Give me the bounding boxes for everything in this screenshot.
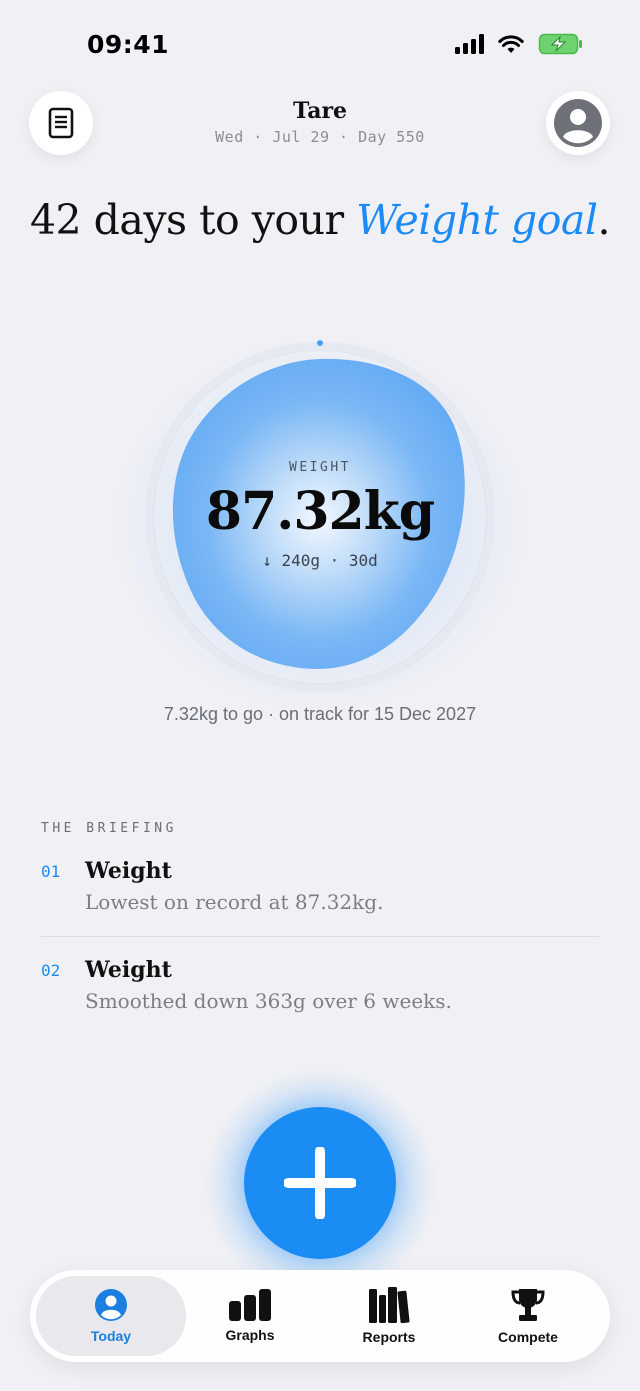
briefing-text: Smoothed down 363g over 6 weeks. <box>85 989 452 1013</box>
tab-bar: Today Graphs Reports Compete <box>30 1270 610 1362</box>
cellular-signal-icon <box>455 34 484 54</box>
briefing-number: 02 <box>41 961 61 980</box>
tab-today[interactable]: Today <box>36 1276 186 1356</box>
battery-charging-icon <box>538 33 582 55</box>
person-icon <box>95 1289 127 1321</box>
briefing-number: 01 <box>41 862 61 881</box>
briefing-text: Lowest on record at 87.32kg. <box>85 890 384 914</box>
goal-progress-text: 7.32kg to go · on track for 15 Dec 2027 <box>163 704 477 724</box>
tab-label: Graphs <box>225 1327 275 1343</box>
tab-label: Today <box>90 1328 132 1344</box>
tab-compete[interactable]: Compete <box>453 1276 603 1356</box>
bar-chart-icon <box>229 1289 271 1321</box>
app-title: Tare <box>292 98 348 124</box>
trophy-icon <box>511 1289 545 1321</box>
briefing-heading: THE BRIEFING <box>41 821 177 836</box>
goal-headline: 42 days to your Weight goal. <box>0 196 640 244</box>
date-line: Wed · Jul 29 · Day 550 <box>215 128 425 146</box>
headline-suffix: . <box>597 196 611 244</box>
weight-value: 87.32kg <box>205 481 435 542</box>
books-icon <box>369 1287 410 1323</box>
briefing-title: Weight <box>85 858 172 884</box>
divider <box>41 936 599 937</box>
headline-prefix: 42 days to your <box>29 196 344 244</box>
gauge-label: WEIGHT <box>289 460 351 475</box>
add-entry-button[interactable] <box>244 1107 396 1259</box>
status-icons <box>455 33 584 55</box>
tab-graphs[interactable]: Graphs <box>175 1276 325 1356</box>
progress-indicator-dot <box>317 340 323 346</box>
profile-icon <box>554 99 602 147</box>
app-screen: 09:41 Tare Wed · Jul 29 · Day 550 42 day… <box>0 0 640 1391</box>
tab-label: Reports <box>362 1329 416 1345</box>
tab-reports[interactable]: Reports <box>314 1276 464 1356</box>
headline-accent[interactable]: Weight goal <box>356 196 598 244</box>
briefing-title: Weight <box>85 957 172 983</box>
profile-button[interactable] <box>546 91 610 155</box>
wifi-icon <box>498 35 524 53</box>
status-time: 09:41 <box>87 30 170 59</box>
plus-icon <box>284 1147 356 1219</box>
tab-label: Compete <box>498 1329 558 1345</box>
weight-delta: ↓ 240g · 30d <box>262 551 378 570</box>
